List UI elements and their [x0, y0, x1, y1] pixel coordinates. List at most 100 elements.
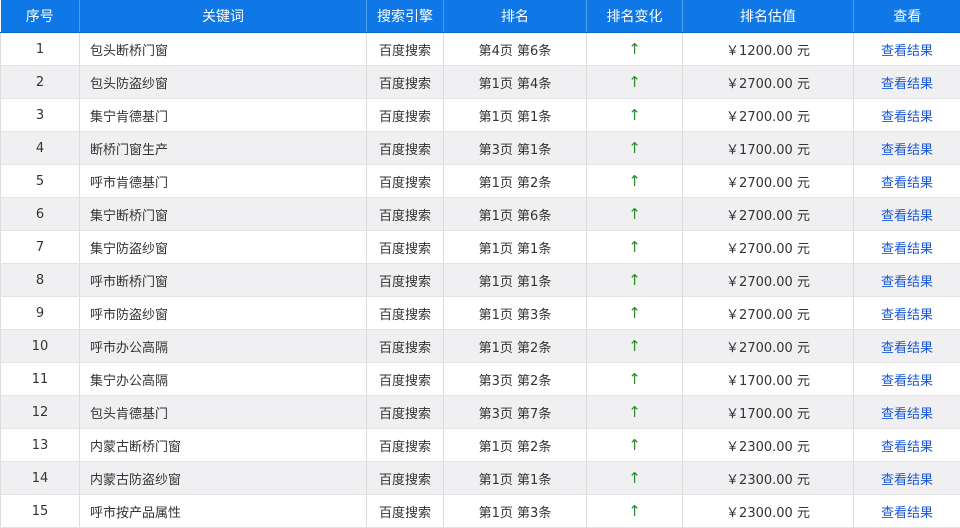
- row-engine: 百度搜索: [367, 264, 444, 297]
- row-rank: 第3页 第1条: [444, 132, 587, 165]
- header-view: 查看: [854, 0, 960, 33]
- row-rank: 第1页 第1条: [444, 462, 587, 495]
- rank-up-icon: ↑: [587, 33, 683, 66]
- row-view-cell: 查看结果: [854, 462, 960, 495]
- row-keyword: 呼市防盗纱窗: [80, 297, 367, 330]
- rank-up-icon: ↑: [587, 396, 683, 429]
- row-rank-value: ￥2700.00 元: [683, 99, 854, 132]
- table-row: 15呼市按产品属性百度搜索第1页 第3条↑￥2300.00 元查看结果: [1, 495, 960, 528]
- row-number: 15: [1, 495, 80, 528]
- row-number: 5: [1, 165, 80, 198]
- row-number: 14: [1, 462, 80, 495]
- row-rank: 第3页 第7条: [444, 396, 587, 429]
- row-engine: 百度搜索: [367, 33, 444, 66]
- row-rank-value: ￥2700.00 元: [683, 330, 854, 363]
- row-number: 7: [1, 231, 80, 264]
- header-rank: 排名: [444, 0, 587, 33]
- row-rank-value: ￥2700.00 元: [683, 66, 854, 99]
- header-engine: 搜索引擎: [367, 0, 444, 33]
- row-rank-value: ￥2300.00 元: [683, 495, 854, 528]
- row-number: 11: [1, 363, 80, 396]
- row-rank: 第1页 第2条: [444, 429, 587, 462]
- row-engine: 百度搜索: [367, 429, 444, 462]
- view-result-link[interactable]: 查看结果: [881, 242, 933, 257]
- rank-up-icon: ↑: [587, 330, 683, 363]
- row-rank-value: ￥2300.00 元: [683, 429, 854, 462]
- row-rank-value: ￥1200.00 元: [683, 33, 854, 66]
- row-view-cell: 查看结果: [854, 165, 960, 198]
- row-engine: 百度搜索: [367, 297, 444, 330]
- row-rank-value: ￥2700.00 元: [683, 264, 854, 297]
- view-result-link[interactable]: 查看结果: [881, 374, 933, 389]
- rank-up-icon: ↑: [587, 462, 683, 495]
- row-number: 12: [1, 396, 80, 429]
- row-rank-value: ￥2700.00 元: [683, 198, 854, 231]
- view-result-link[interactable]: 查看结果: [881, 308, 933, 323]
- view-result-link[interactable]: 查看结果: [881, 143, 933, 158]
- table-row: 1包头断桥门窗百度搜索第4页 第6条↑￥1200.00 元查看结果: [1, 33, 960, 66]
- row-view-cell: 查看结果: [854, 33, 960, 66]
- view-result-link[interactable]: 查看结果: [881, 176, 933, 191]
- row-engine: 百度搜索: [367, 231, 444, 264]
- row-engine: 百度搜索: [367, 363, 444, 396]
- view-result-link[interactable]: 查看结果: [881, 110, 933, 125]
- table-row: 12包头肯德基门百度搜索第3页 第7条↑￥1700.00 元查看结果: [1, 396, 960, 429]
- rank-up-icon: ↑: [587, 198, 683, 231]
- header-keyword: 关键词: [80, 0, 367, 33]
- table-row: 13内蒙古断桥门窗百度搜索第1页 第2条↑￥2300.00 元查看结果: [1, 429, 960, 462]
- row-rank: 第1页 第1条: [444, 99, 587, 132]
- row-number: 3: [1, 99, 80, 132]
- view-result-link[interactable]: 查看结果: [881, 341, 933, 356]
- row-rank-value: ￥1700.00 元: [683, 363, 854, 396]
- table-row: 3集宁肯德基门百度搜索第1页 第1条↑￥2700.00 元查看结果: [1, 99, 960, 132]
- row-keyword: 集宁断桥门窗: [80, 198, 367, 231]
- row-engine: 百度搜索: [367, 165, 444, 198]
- row-rank-value: ￥2300.00 元: [683, 462, 854, 495]
- row-keyword: 内蒙古断桥门窗: [80, 429, 367, 462]
- table-row: 11集宁办公高隔百度搜索第3页 第2条↑￥1700.00 元查看结果: [1, 363, 960, 396]
- row-rank-value: ￥2700.00 元: [683, 165, 854, 198]
- row-view-cell: 查看结果: [854, 132, 960, 165]
- table-row: 6集宁断桥门窗百度搜索第1页 第6条↑￥2700.00 元查看结果: [1, 198, 960, 231]
- row-keyword: 呼市肯德基门: [80, 165, 367, 198]
- row-rank: 第1页 第1条: [444, 231, 587, 264]
- view-result-link[interactable]: 查看结果: [881, 407, 933, 422]
- view-result-link[interactable]: 查看结果: [881, 209, 933, 224]
- row-engine: 百度搜索: [367, 99, 444, 132]
- view-result-link[interactable]: 查看结果: [881, 275, 933, 290]
- view-result-link[interactable]: 查看结果: [881, 473, 933, 488]
- view-result-link[interactable]: 查看结果: [881, 506, 933, 521]
- table-row: 7集宁防盗纱窗百度搜索第1页 第1条↑￥2700.00 元查看结果: [1, 231, 960, 264]
- row-rank-value: ￥1700.00 元: [683, 132, 854, 165]
- row-view-cell: 查看结果: [854, 330, 960, 363]
- row-view-cell: 查看结果: [854, 429, 960, 462]
- keyword-ranking-table: 序号 关键词 搜索引擎 排名 排名变化 排名估值 查看 1包头断桥门窗百度搜索第…: [0, 0, 960, 528]
- row-keyword: 包头断桥门窗: [80, 33, 367, 66]
- rank-up-icon: ↑: [587, 231, 683, 264]
- row-view-cell: 查看结果: [854, 231, 960, 264]
- row-keyword: 呼市办公高隔: [80, 330, 367, 363]
- view-result-link[interactable]: 查看结果: [881, 440, 933, 455]
- view-result-link[interactable]: 查看结果: [881, 44, 933, 59]
- row-engine: 百度搜索: [367, 198, 444, 231]
- row-keyword: 集宁防盗纱窗: [80, 231, 367, 264]
- row-rank: 第1页 第1条: [444, 264, 587, 297]
- row-number: 9: [1, 297, 80, 330]
- header-rank-change: 排名变化: [587, 0, 683, 33]
- row-keyword: 呼市按产品属性: [80, 495, 367, 528]
- table-row: 4断桥门窗生产百度搜索第3页 第1条↑￥1700.00 元查看结果: [1, 132, 960, 165]
- header-row: 序号 关键词 搜索引擎 排名 排名变化 排名估值 查看: [1, 0, 960, 33]
- row-view-cell: 查看结果: [854, 396, 960, 429]
- row-rank-value: ￥1700.00 元: [683, 396, 854, 429]
- table-body: 1包头断桥门窗百度搜索第4页 第6条↑￥1200.00 元查看结果2包头防盗纱窗…: [1, 33, 960, 528]
- row-rank: 第1页 第3条: [444, 297, 587, 330]
- row-keyword: 包头防盗纱窗: [80, 66, 367, 99]
- row-number: 6: [1, 198, 80, 231]
- table-header: 序号 关键词 搜索引擎 排名 排名变化 排名估值 查看: [1, 0, 960, 33]
- row-rank-value: ￥2700.00 元: [683, 297, 854, 330]
- row-rank: 第1页 第3条: [444, 495, 587, 528]
- rank-up-icon: ↑: [587, 66, 683, 99]
- view-result-link[interactable]: 查看结果: [881, 77, 933, 92]
- row-engine: 百度搜索: [367, 330, 444, 363]
- rank-up-icon: ↑: [587, 264, 683, 297]
